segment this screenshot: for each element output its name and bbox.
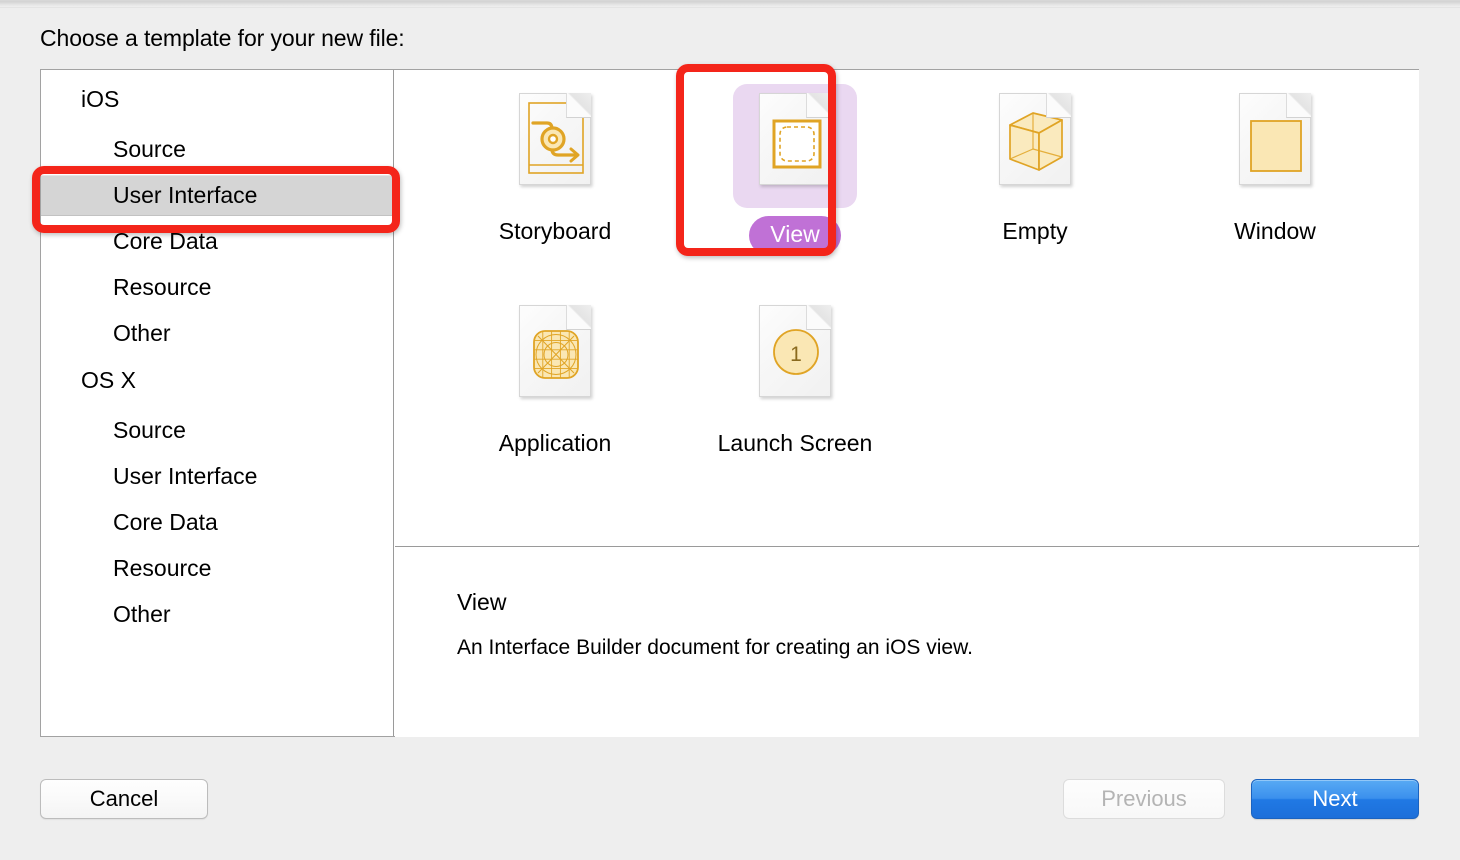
storyboard-document-icon xyxy=(493,84,617,208)
application-grid-document-icon xyxy=(493,296,617,420)
sidebar-group-os-x: OS X xyxy=(81,367,136,393)
sidebar-item-label: Other xyxy=(113,320,171,346)
sidebar-item-core-data[interactable]: Core Data xyxy=(41,502,393,543)
template-item-view[interactable]: View xyxy=(695,84,895,256)
template-item-application[interactable]: Application xyxy=(455,296,655,459)
sidebar-item-source[interactable]: Source xyxy=(41,410,393,451)
previous-button[interactable]: Previous xyxy=(1063,779,1225,819)
empty-cube-document-icon xyxy=(973,84,1097,208)
window-titlebar-strip xyxy=(0,0,1460,8)
sidebar-item-label: User Interface xyxy=(113,182,258,208)
template-item-empty[interactable]: Empty xyxy=(935,84,1135,247)
platform-category-sidebar[interactable]: iOS Source User Interface Core Data Resource… xyxy=(41,70,394,736)
sidebar-item-resource[interactable]: Resource xyxy=(41,267,393,308)
template-item-label: Window xyxy=(1234,218,1316,244)
launch-screen-document-icon: 1 xyxy=(733,296,857,420)
template-chooser-panel: iOS Source User Interface Core Data Resource… xyxy=(40,69,1419,737)
cancel-button[interactable]: Cancel xyxy=(40,779,208,819)
sidebar-item-label: Core Data xyxy=(113,509,218,535)
page-title: Choose a template for your new file: xyxy=(40,25,405,51)
template-item-label: Launch Screen xyxy=(717,430,873,456)
sidebar-item-resource[interactable]: Resource xyxy=(41,548,393,589)
sidebar-item-user-interface[interactable]: User Interface xyxy=(41,456,393,497)
sidebar-item-core-data[interactable]: Core Data xyxy=(41,221,393,262)
template-item-storyboard[interactable]: Storyboard xyxy=(455,84,655,247)
sidebar-item-label: Other xyxy=(113,601,171,627)
sidebar-item-source[interactable]: Source xyxy=(41,129,393,170)
sidebar-item-user-interface[interactable]: User Interface xyxy=(41,175,393,216)
template-item-label: Application xyxy=(498,430,612,456)
sidebar-item-other[interactable]: Other xyxy=(41,313,393,354)
sidebar-item-label: Core Data xyxy=(113,228,218,254)
template-item-label: View xyxy=(749,216,841,256)
template-description-pane: View An Interface Builder document for c… xyxy=(395,546,1419,737)
sidebar-item-label: Resource xyxy=(113,274,212,300)
template-item-label: Empty xyxy=(1002,218,1068,244)
sidebar-item-label: Source xyxy=(113,136,186,162)
window-document-icon xyxy=(1213,84,1337,208)
sidebar-item-label: Resource xyxy=(113,555,212,581)
svg-text:1: 1 xyxy=(790,343,802,366)
sidebar-group-ios: iOS xyxy=(81,86,120,112)
template-item-launch-screen[interactable]: 1 Launch Screen xyxy=(695,296,895,459)
template-grid[interactable]: Storyboard View Empty Window Application 1 Lau… xyxy=(395,70,1419,545)
view-document-icon xyxy=(733,84,857,208)
sidebar-item-label: Source xyxy=(113,417,186,443)
sidebar-item-label: User Interface xyxy=(113,463,258,489)
next-button[interactable]: Next xyxy=(1251,779,1419,819)
sidebar-item-other[interactable]: Other xyxy=(41,594,393,635)
description-title: View xyxy=(457,589,507,615)
template-item-window[interactable]: Window xyxy=(1175,84,1375,247)
template-item-label: Storyboard xyxy=(498,218,612,244)
description-body: An Interface Builder document for creati… xyxy=(457,636,973,659)
